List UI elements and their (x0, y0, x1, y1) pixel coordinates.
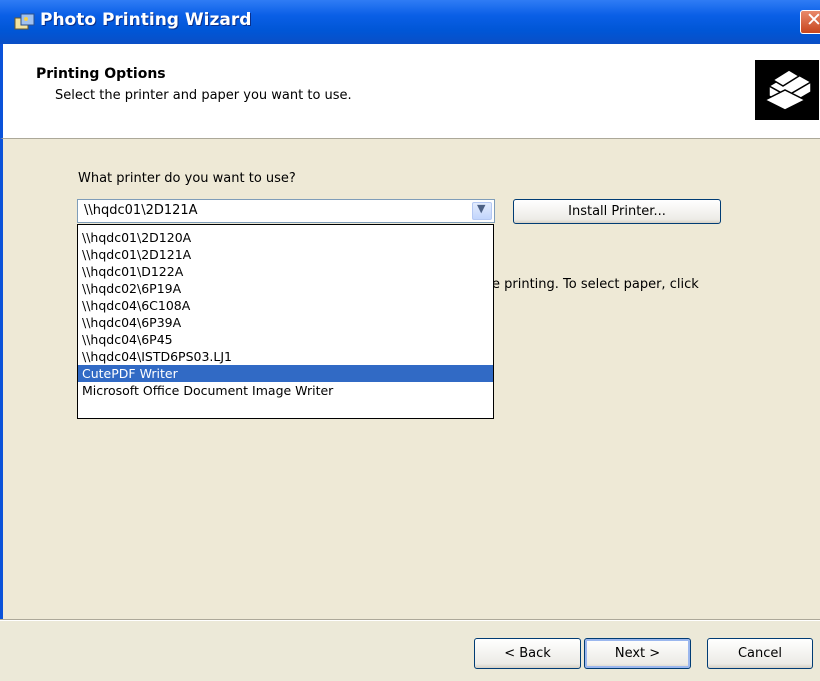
paper-instruction-text: e printing. To select paper, click (492, 277, 699, 292)
printer-option[interactable]: \\hqdc04\ISTD6PS03.LJ1 (78, 348, 493, 365)
printer-option[interactable]: \\hqdc04\6P39A (78, 314, 493, 331)
next-button[interactable]: Next > (584, 638, 691, 669)
printer-select-value: \\hqdc01\2D121A (84, 203, 198, 218)
printer-select[interactable]: \\hqdc01\2D121A ▼ (77, 199, 495, 223)
close-icon: ✕ (806, 11, 820, 31)
printer-option[interactable]: \\hqdc04\6P45 (78, 331, 493, 348)
cancel-button[interactable]: Cancel (707, 638, 813, 669)
close-button[interactable]: ✕ (800, 10, 820, 34)
wizard-header: Printing Options Select the printer and … (0, 44, 820, 139)
printer-option[interactable]: \\hqdc01\D122A (78, 263, 493, 280)
printer-option[interactable]: \\hqdc01\2D121A (78, 246, 493, 263)
window-title: Photo Printing Wizard (40, 10, 252, 30)
printer-option[interactable]: Microsoft Office Document Image Writer (78, 382, 493, 399)
printer-dropdown-list[interactable]: \\hqdc01\2D120A \\hqdc01\2D121A \\hqdc01… (77, 224, 494, 419)
printer-option[interactable]: \\hqdc01\2D120A (78, 229, 493, 246)
printer-option[interactable]: \\hqdc02\6P19A (78, 280, 493, 297)
dropdown-arrow-button[interactable]: ▼ (472, 202, 492, 220)
printer-option-highlighted[interactable]: CutePDF Writer (78, 365, 493, 382)
title-bar[interactable]: Photo Printing Wizard ✕ (0, 0, 820, 44)
page-title: Printing Options (36, 66, 166, 82)
install-printer-button[interactable]: Install Printer... (513, 199, 721, 224)
photo-printing-wizard-window: Photo Printing Wizard ✕ Printing Options… (0, 0, 820, 681)
page-subtitle: Select the printer and paper you want to… (55, 88, 352, 103)
back-button[interactable]: < Back (474, 638, 581, 669)
footer-divider (0, 619, 820, 621)
dropdown-arrow-icon: ▼ (477, 202, 486, 215)
photo-wizard-icon (14, 13, 35, 30)
printer-option[interactable]: \\hqdc04\6C108A (78, 297, 493, 314)
printer-question-label: What printer do you want to use? (78, 171, 296, 186)
printer-icon (755, 60, 819, 120)
